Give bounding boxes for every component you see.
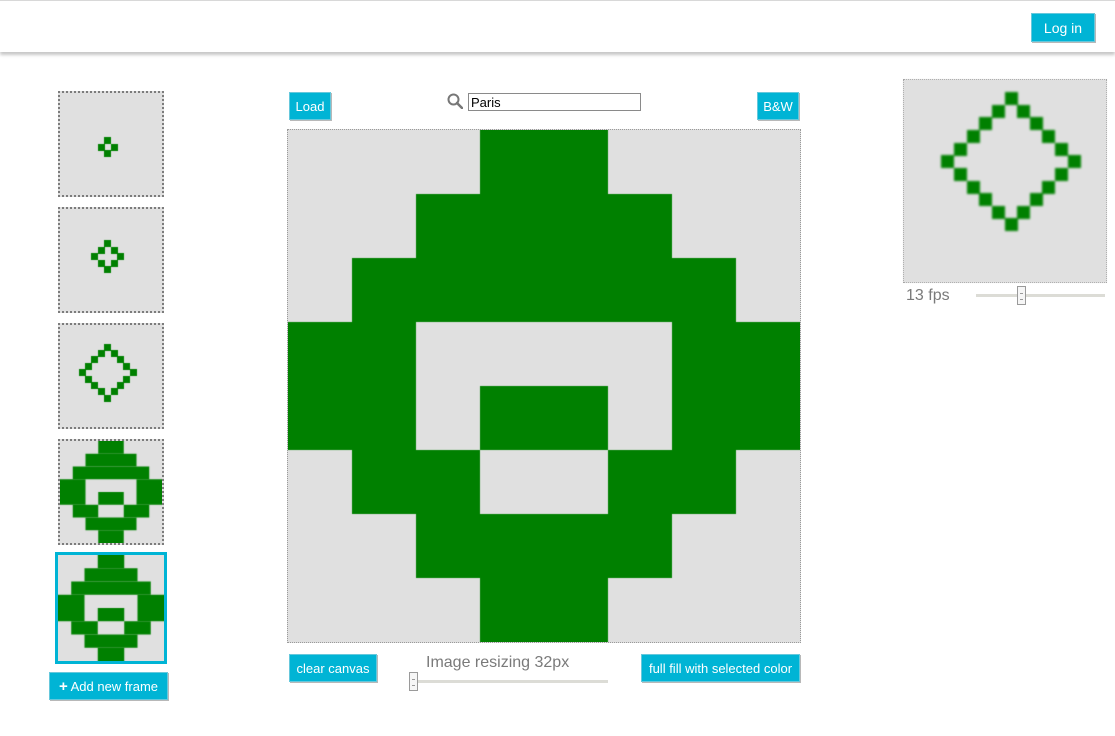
full-fill-button[interactable]: full fill with selected color [641,654,800,682]
top-bar [0,0,1115,52]
resize-slider-thumb[interactable] [409,672,418,691]
clear-canvas-button[interactable]: clear canvas [289,654,377,682]
editor-pixel-grid[interactable] [288,130,800,642]
frame-thumbnail[interactable] [58,439,164,545]
frame-canvas [60,441,162,543]
frame-canvas [60,209,162,311]
frame-thumbnail[interactable] [58,91,164,197]
frame-canvas [60,93,162,195]
add-frame-button[interactable]: + Add new frame [49,672,168,700]
resize-slider-track[interactable] [409,680,608,683]
add-frame-label: Add new frame [70,679,159,694]
fps-slider-thumb[interactable] [1016,286,1026,305]
fps-label: 13 fps [906,287,950,304]
preview-canvas [904,80,1106,282]
frame-thumbnail[interactable] [58,207,164,313]
resize-label: Image resizing 32px [426,654,570,671]
fps-slider-track[interactable] [976,294,1105,297]
search-input[interactable] [468,93,641,111]
frame-thumbnail-selected[interactable] [55,552,167,664]
login-button[interactable]: Log in [1031,13,1095,42]
frame-canvas [60,325,162,427]
load-button[interactable]: Load [289,92,331,120]
plus-icon: + [58,678,68,695]
search-icon [447,93,464,110]
animation-preview [903,79,1107,283]
frame-canvas [58,555,164,661]
editor-canvas[interactable] [287,129,801,643]
bw-button[interactable]: B&W [757,92,799,120]
frame-thumbnail[interactable] [58,323,164,429]
